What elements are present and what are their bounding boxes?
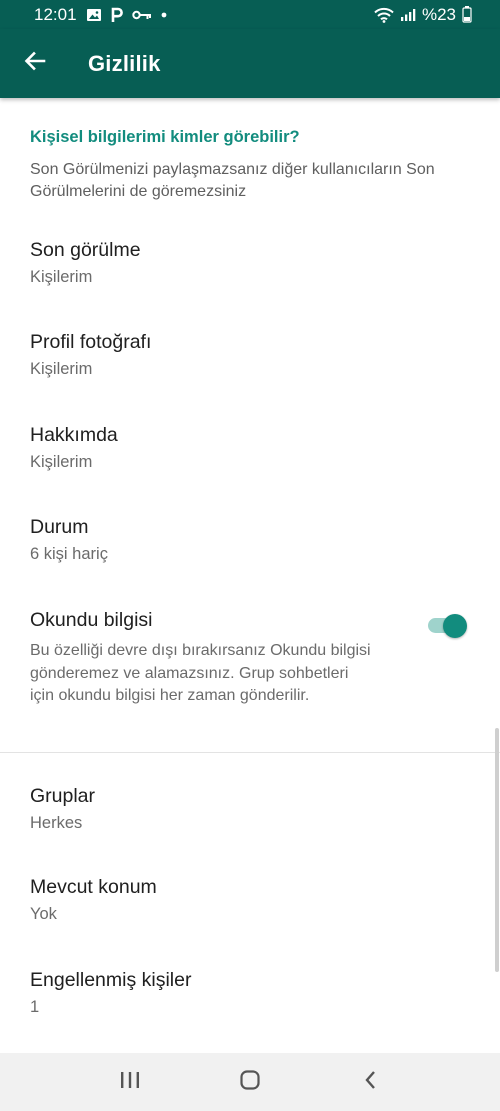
recent-apps-button[interactable] [100, 1060, 160, 1104]
recent-apps-icon [119, 1070, 141, 1095]
setting-title: Hakkımda [30, 424, 118, 446]
status-time: 12:01 [34, 4, 77, 24]
setting-description: Bu özelliği devre dışı bırakırsanız Okun… [30, 642, 371, 704]
setting-value: Kişilerim [30, 268, 93, 286]
page-title: Gizlilik [88, 50, 161, 76]
section-header: Kişisel bilgilerimi kimler görebilir? [30, 128, 300, 146]
setting-title: Gruplar [30, 785, 96, 807]
parking-icon [111, 7, 123, 23]
setting-title: Durum [30, 516, 89, 538]
setting-status[interactable]: Durum 6 kişi hariç [0, 505, 500, 595]
setting-blocked-contacts[interactable]: Engellenmiş kişiler 1 [0, 958, 500, 1048]
arrow-back-icon [24, 50, 46, 77]
setting-live-location[interactable]: Mevcut konum Yok [0, 865, 500, 955]
setting-title: Son görülme [30, 239, 141, 261]
home-button[interactable] [220, 1060, 280, 1104]
key-icon [131, 9, 152, 21]
wifi-icon [374, 7, 394, 23]
setting-value: Herkes [30, 814, 83, 832]
gallery-icon [86, 8, 102, 22]
back-nav-button[interactable] [340, 1060, 400, 1104]
setting-title: Mevcut konum [30, 876, 157, 898]
section-description: Son Görülmenizi paylaşmazsanız diğer kul… [30, 161, 435, 200]
switch-thumb [443, 614, 467, 638]
setting-value: Kişilerim [30, 360, 93, 378]
setting-title: Engellenmiş kişiler [30, 969, 192, 991]
setting-value: 1 [30, 998, 40, 1016]
divider [0, 752, 500, 753]
read-receipts-switch[interactable] [428, 614, 468, 638]
back-button[interactable] [15, 44, 55, 84]
home-icon [239, 1069, 261, 1096]
navigation-bar [0, 1053, 500, 1111]
signal-icon [400, 8, 416, 22]
scrollbar[interactable] [495, 728, 499, 972]
status-bar: 12:01 %23 [0, 0, 500, 29]
dot-icon [161, 12, 167, 18]
app-bar: Gizlilik [0, 29, 500, 98]
setting-title: Okundu bilgisi [30, 609, 153, 631]
battery-icon [462, 6, 472, 23]
back-nav-icon [362, 1069, 378, 1096]
setting-title: Profil fotoğrafı [30, 331, 152, 353]
setting-profile-photo[interactable]: Profil fotoğrafı Kişilerim [0, 320, 500, 410]
setting-value: Kişilerim [30, 453, 93, 471]
setting-value: Yok [30, 905, 57, 923]
setting-read-receipts[interactable]: Okundu bilgisi Bu özelliği devre dışı bı… [0, 598, 500, 738]
settings-list[interactable]: Kişisel bilgilerimi kimler görebilir? So… [0, 98, 500, 1053]
setting-value: 6 kişi hariç [30, 545, 108, 563]
setting-groups[interactable]: Gruplar Herkes [0, 774, 500, 864]
status-right: %23 [374, 5, 472, 25]
setting-about[interactable]: Hakkımda Kişilerim [0, 413, 500, 503]
setting-last-seen[interactable]: Son görülme Kişilerim [0, 228, 500, 318]
battery-percent: %23 [421, 4, 456, 24]
status-left: 12:01 [34, 5, 167, 25]
